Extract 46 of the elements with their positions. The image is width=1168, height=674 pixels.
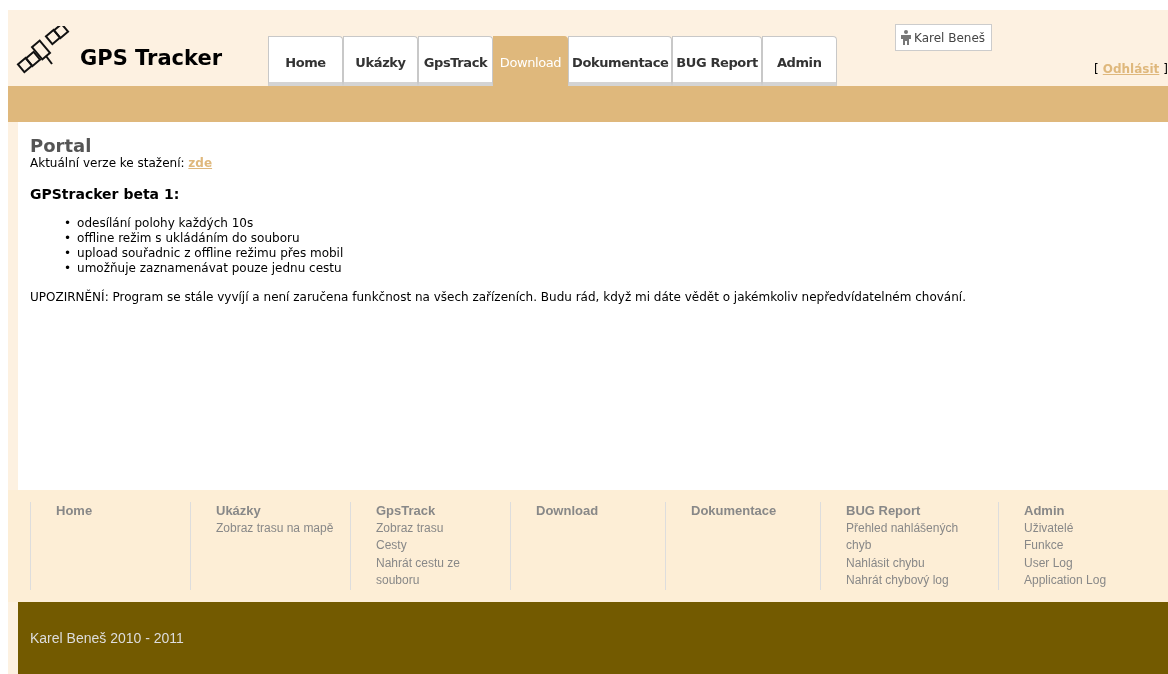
copyright-text: Karel Beneš 2010 - 2011 xyxy=(30,630,184,646)
footer-nav-title[interactable]: Ukázky xyxy=(216,502,350,520)
bracket: ] xyxy=(1163,62,1168,76)
footer-link[interactable]: Funkce xyxy=(1024,537,1154,555)
feature-item: odesílání polohy každých 10s xyxy=(77,216,254,231)
download-text: Aktuální verze ke stažení: xyxy=(30,156,185,170)
nav-tab[interactable]: Ukázky xyxy=(343,36,418,86)
footer-nav-title[interactable]: Dokumentace xyxy=(691,502,820,520)
logout-link[interactable]: Odhlásit xyxy=(1102,62,1160,76)
feature-item: umožňuje zaznamenávat pouze jednu cestu xyxy=(77,261,342,276)
footer-link[interactable]: Přehled nahlášených chyb xyxy=(846,519,976,555)
footer-link[interactable]: Application Log xyxy=(1024,572,1154,590)
nav-tab[interactable]: Admin xyxy=(761,36,837,86)
footer-link[interactable]: Zobraz trasu na mapě xyxy=(216,519,346,537)
nav-tab[interactable]: Home xyxy=(268,36,343,86)
feature-item: offline režim s ukládáním do souboru xyxy=(77,231,300,246)
footer-link[interactable]: Uživatelé xyxy=(1024,519,1154,537)
footer-link[interactable]: User Log xyxy=(1024,554,1154,572)
bullet: • xyxy=(64,231,72,246)
footer-nav-title[interactable]: Home xyxy=(56,502,190,520)
user-badge: Karel Beneš xyxy=(895,24,993,51)
footer-nav-title[interactable]: GpsTrack xyxy=(376,502,510,520)
person-icon xyxy=(900,30,912,45)
section-heading: GPStracker beta 1: xyxy=(30,186,181,202)
site-title: GPS Tracker xyxy=(80,46,223,70)
warning-text: UPOZIRNĚNÍ: Program se stále vyvíjí a není zaručena funkčnost na všech zařízeních. Budu rád, když mi dáte vědět o jakémkoliv nepředvídatelném chování. xyxy=(30,290,967,304)
footer-link[interactable]: Nahrát cestu ze souboru xyxy=(376,554,506,590)
bullet: • xyxy=(64,246,72,261)
satellite-icon xyxy=(16,26,70,74)
nav-tab[interactable]: BUG Report xyxy=(672,36,762,86)
nav-tab[interactable]: Download xyxy=(493,36,568,86)
footer-nav-title[interactable]: Download xyxy=(536,502,665,520)
download-link[interactable]: zde xyxy=(188,156,213,170)
footer-link[interactable]: Cesty xyxy=(376,537,506,555)
footer-link[interactable]: Nahlásit chybu xyxy=(846,554,976,572)
footer-link[interactable]: Nahrát chybový log xyxy=(846,572,976,590)
page-heading: Portal xyxy=(30,136,93,156)
bracket: [ xyxy=(1094,62,1099,76)
footer-nav-title[interactable]: Admin xyxy=(1024,502,1153,520)
nav-tab[interactable]: GpsTrack xyxy=(418,36,493,86)
feature-item: upload souřadnic z offline režimu přes mobil xyxy=(77,246,344,261)
bullet: • xyxy=(64,216,72,231)
bullet: • xyxy=(64,261,72,276)
footer-nav-title[interactable]: BUG Report xyxy=(846,502,998,520)
footer-link[interactable]: Zobraz trasu xyxy=(376,519,506,537)
nav-tab[interactable]: Dokumentace xyxy=(568,36,673,86)
